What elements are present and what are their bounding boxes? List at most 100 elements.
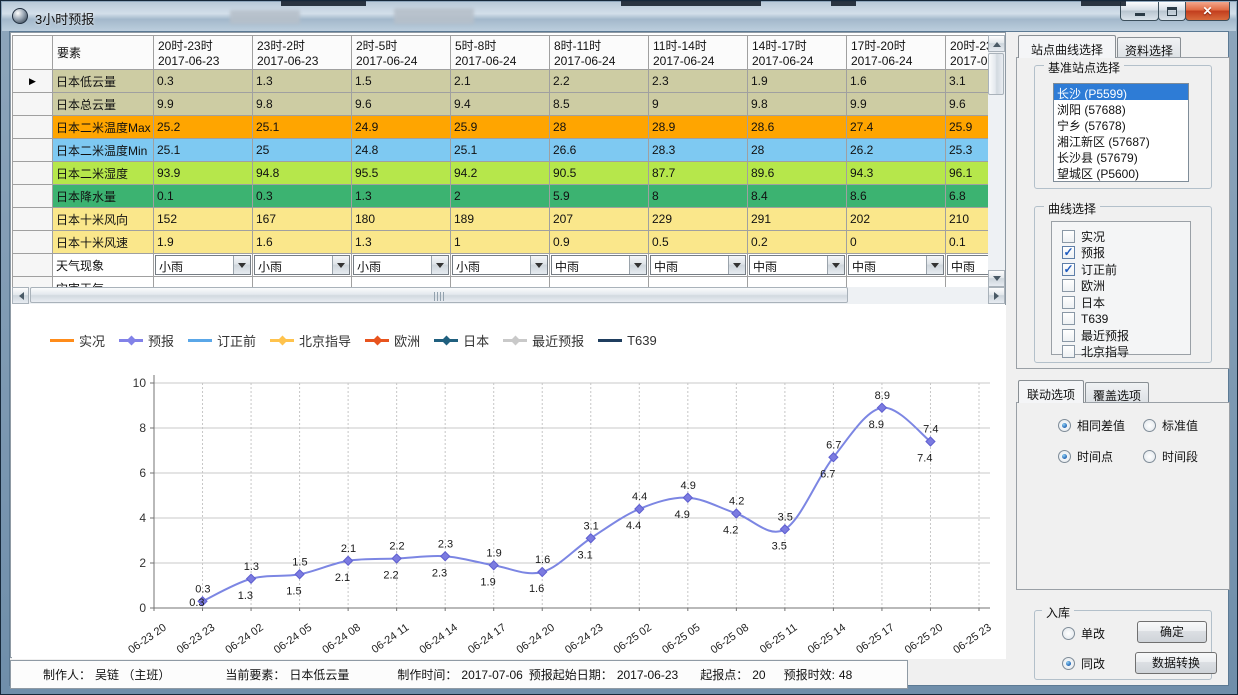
table-vscrollbar[interactable] [988,35,1005,287]
value-cell[interactable]: 1.5 [352,70,451,93]
value-cell[interactable]: 94.2 [451,162,550,185]
value-cell[interactable]: 0 [847,231,946,254]
weather-dropdown[interactable]: 小雨 [452,255,548,275]
data-convert-button[interactable]: 数据转换 [1135,652,1217,674]
value-cell[interactable]: 27.4 [847,116,946,139]
value-cell[interactable]: 1 [451,231,550,254]
weather-dropdown[interactable]: 小雨 [353,255,449,275]
dropdown-button[interactable] [926,256,943,274]
scroll-left-button[interactable] [12,287,29,304]
row-selector-cell[interactable] [13,208,53,231]
data-point[interactable] [247,574,256,583]
weather-dropdown[interactable]: 小雨 [254,255,350,275]
value-cell[interactable] [649,277,748,288]
titlebar[interactable]: 3小时预报 ✕ [2,2,1236,31]
weather-cell[interactable]: 小雨 [253,254,352,277]
row-selector-cell[interactable] [13,93,53,116]
value-cell[interactable]: 0.3 [253,185,352,208]
value-cell[interactable]: 2 [451,185,550,208]
value-cell[interactable]: 25 [253,139,352,162]
value-cell[interactable]: 25.1 [154,139,253,162]
radio-same-difference[interactable]: 相同差值 [1058,417,1125,434]
weather-cell[interactable]: 小雨 [154,254,253,277]
data-point[interactable] [635,505,644,514]
curve-checkbox[interactable]: 实况 [1062,228,1190,245]
station-list-item[interactable]: 长沙县 (57679) [1054,148,1188,164]
close-button[interactable]: ✕ [1185,2,1230,21]
value-cell[interactable] [352,277,451,288]
value-cell[interactable]: 8.4 [748,185,847,208]
tab-link-options[interactable]: 联动选项 [1018,380,1084,403]
value-cell[interactable]: 1.3 [352,185,451,208]
station-list-item[interactable]: 望城区 (P5600) [1054,164,1188,180]
value-cell[interactable]: 1.3 [253,70,352,93]
value-cell[interactable]: 24.9 [352,116,451,139]
value-cell[interactable]: 9.8 [253,93,352,116]
weather-cell[interactable]: 中雨 [550,254,649,277]
curve-checkbox[interactable]: 最近预报 [1062,327,1190,344]
radio-standard-value[interactable]: 标准值 [1143,417,1198,434]
value-cell[interactable]: 5.9 [550,185,649,208]
radio-single-edit[interactable]: 单改 [1062,625,1105,642]
value-cell[interactable]: 2.3 [649,70,748,93]
value-cell[interactable]: 28 [748,139,847,162]
value-cell[interactable]: 28.9 [649,116,748,139]
data-point[interactable] [392,554,401,563]
dropdown-button[interactable] [233,256,250,274]
curve-checkbox[interactable]: 日本 [1062,294,1190,311]
tab-station-curve-select[interactable]: 站点曲线选择 [1018,35,1116,58]
row-selector-cell[interactable] [13,116,53,139]
curve-checkbox[interactable]: ✓订正前 [1062,261,1190,278]
dropdown-button[interactable] [728,256,745,274]
dropdown-button[interactable] [431,256,448,274]
value-cell[interactable]: 26.6 [550,139,649,162]
value-cell[interactable]: 202 [847,208,946,231]
row-selector-arrow[interactable]: ▶ [13,70,53,93]
value-cell[interactable]: 96.1 [946,162,989,185]
value-cell[interactable]: 152 [154,208,253,231]
station-list-item[interactable]: 浏阳 (57688) [1054,100,1188,116]
value-cell[interactable]: 25.1 [253,116,352,139]
dropdown-button[interactable] [332,256,349,274]
curve-checkbox[interactable]: 北京指导 [1062,344,1190,361]
value-cell[interactable]: 24.8 [352,139,451,162]
value-cell[interactable]: 26.2 [847,139,946,162]
row-selector-cell[interactable] [13,277,53,288]
value-cell[interactable]: 94.3 [847,162,946,185]
value-cell[interactable]: 0.5 [649,231,748,254]
weather-dropdown[interactable]: 中雨 [947,255,988,275]
value-cell[interactable] [253,277,352,288]
data-point[interactable] [295,570,304,579]
value-cell[interactable]: 9 [649,93,748,116]
value-cell[interactable]: 8.6 [847,185,946,208]
weather-dropdown[interactable]: 中雨 [650,255,746,275]
forecast-chart[interactable]: 024681006-23 2006-23 2306-24 0206-24 050… [12,349,1006,659]
weather-dropdown[interactable]: 中雨 [551,255,647,275]
tab-data-select[interactable]: 资料选择 [1117,37,1181,58]
value-cell[interactable]: 1.6 [847,70,946,93]
value-cell[interactable]: 94.8 [253,162,352,185]
value-cell[interactable]: 207 [550,208,649,231]
value-cell[interactable]: 167 [253,208,352,231]
value-cell[interactable]: 8.5 [550,93,649,116]
value-cell[interactable]: 9.9 [154,93,253,116]
value-cell[interactable]: 0.1 [154,185,253,208]
weather-cell[interactable]: 中雨 [649,254,748,277]
weather-cell[interactable]: 中雨 [946,254,989,277]
weather-dropdown[interactable]: 中雨 [749,255,845,275]
value-cell[interactable]: 93.9 [154,162,253,185]
value-cell[interactable]: 25.9 [946,116,989,139]
scroll-down-button[interactable] [988,270,1005,287]
value-cell[interactable]: 180 [352,208,451,231]
value-cell[interactable] [550,277,649,288]
dropdown-button[interactable] [530,256,547,274]
confirm-button[interactable]: 确定 [1137,621,1207,643]
row-selector-cell[interactable] [13,254,53,277]
value-cell[interactable] [946,277,989,288]
value-cell[interactable]: 210 [946,208,989,231]
value-cell[interactable]: 2.2 [550,70,649,93]
station-listbox[interactable]: 长沙 (P5599)浏阳 (57688)宁乡 (57678)湘江新区 (5768… [1053,83,1189,182]
radio-time-range[interactable]: 时间段 [1143,448,1198,465]
value-cell[interactable]: 6.8 [946,185,989,208]
value-cell[interactable] [847,277,946,288]
